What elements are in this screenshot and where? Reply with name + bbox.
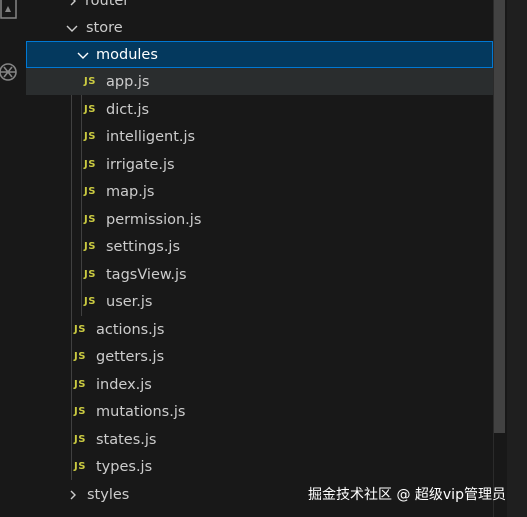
file-label: getters.js: [96, 348, 165, 365]
chevron-down-icon: [75, 47, 91, 63]
tree-file[interactable]: JS states.js: [26, 426, 493, 453]
editor-edge: [507, 0, 527, 517]
file-label: irrigate.js: [106, 156, 175, 173]
js-file-icon: JS: [84, 269, 96, 280]
tree-file[interactable]: JS settings.js: [26, 233, 493, 260]
watermark-text: 掘金技术社区 @ 超级vip管理员: [308, 487, 506, 503]
js-file-icon: JS: [74, 406, 86, 417]
js-file-icon: JS: [74, 351, 86, 362]
js-file-icon: JS: [84, 104, 96, 115]
file-label: user.js: [106, 293, 153, 310]
chevron-right-icon: [65, 0, 81, 9]
tree-file[interactable]: JS map.js: [26, 178, 493, 205]
tree-file[interactable]: JS intelligent.js: [26, 123, 493, 150]
tree-folder-store[interactable]: store: [26, 14, 493, 41]
tree-file[interactable]: JS dict.js: [26, 96, 493, 123]
tree-file[interactable]: JS mutations.js: [26, 398, 493, 425]
file-label: map.js: [106, 183, 155, 200]
tree-folder-modules[interactable]: modules: [26, 41, 493, 68]
file-label: intelligent.js: [106, 128, 196, 145]
tree-file[interactable]: JS irrigate.js: [26, 151, 493, 178]
folder-label: modules: [96, 46, 158, 63]
file-label: settings.js: [106, 238, 181, 255]
js-file-icon: JS: [84, 76, 96, 87]
js-file-icon: JS: [74, 461, 86, 472]
file-label: mutations.js: [96, 403, 186, 420]
js-file-icon: JS: [84, 296, 96, 307]
js-file-icon: JS: [84, 131, 96, 142]
openai-icon[interactable]: [0, 60, 18, 82]
tree-file[interactable]: JS tagsView.js: [26, 261, 493, 288]
js-file-icon: JS: [84, 159, 96, 170]
js-file-icon: JS: [84, 186, 96, 197]
tree-file[interactable]: JS user.js: [26, 288, 493, 315]
js-file-icon: JS: [84, 241, 96, 252]
js-file-icon: JS: [84, 214, 96, 225]
js-file-icon: JS: [74, 379, 86, 390]
file-label: actions.js: [96, 321, 165, 338]
tree-folder-router[interactable]: router: [26, 0, 493, 14]
js-file-icon: JS: [74, 434, 86, 445]
file-label: types.js: [96, 458, 153, 475]
activity-bar: [0, 0, 26, 517]
document-icon[interactable]: [0, 0, 18, 22]
folder-label: styles: [87, 486, 130, 503]
tree-file[interactable]: JS index.js: [26, 371, 493, 398]
file-label: permission.js: [106, 211, 202, 228]
file-label: dict.js: [106, 101, 150, 118]
tree-file[interactable]: JS types.js: [26, 453, 493, 480]
file-label: index.js: [96, 376, 152, 393]
tree-file[interactable]: JS actions.js: [26, 316, 493, 343]
chevron-right-icon: [65, 487, 81, 503]
tree-file[interactable]: JS permission.js: [26, 206, 493, 233]
file-label: states.js: [96, 431, 157, 448]
file-label: tagsView.js: [106, 266, 187, 283]
tree-file[interactable]: JS app.js: [26, 68, 493, 95]
file-explorer: router store modules JS app.js JS dict.j…: [26, 0, 493, 517]
chevron-down-icon: [64, 20, 80, 36]
folder-label: router: [85, 0, 130, 9]
file-label: app.js: [106, 73, 150, 90]
scrollbar-thumb[interactable]: [494, 0, 505, 433]
js-file-icon: JS: [74, 324, 86, 335]
tree-file[interactable]: JS getters.js: [26, 343, 493, 370]
folder-label: store: [86, 19, 123, 36]
